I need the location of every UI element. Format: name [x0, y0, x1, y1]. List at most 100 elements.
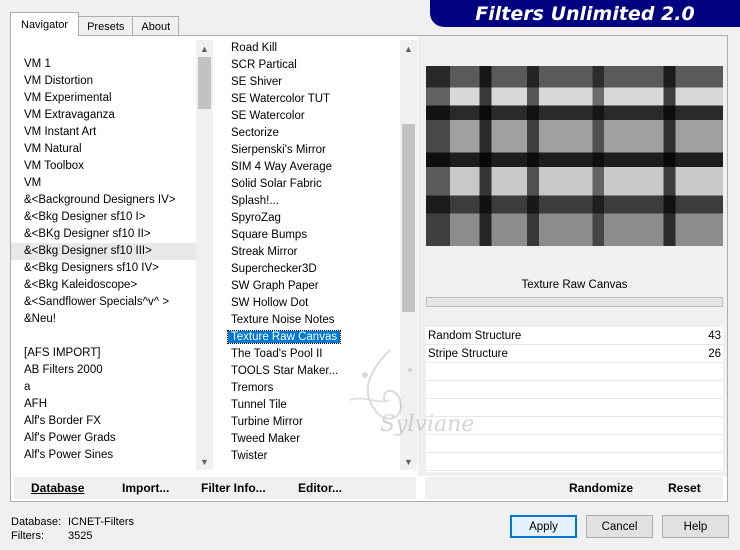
tab-about[interactable]: About	[132, 16, 180, 36]
tab-presets[interactable]: Presets	[78, 16, 134, 36]
list-item-label: VM Toolbox	[24, 160, 84, 172]
list-item[interactable]: SCR Partical	[218, 57, 400, 74]
list-item[interactable]: VM Toolbox	[11, 158, 196, 175]
list-item[interactable]: &Neu!	[11, 311, 196, 328]
list-item-label: AFH	[24, 398, 47, 410]
list-item-label: Texture Raw Canvas	[226, 330, 342, 344]
category-scrollbar[interactable]: ▲ ▼	[196, 40, 213, 470]
list-item[interactable]: SE Watercolor TUT	[218, 91, 400, 108]
list-item-label: Square Bumps	[231, 229, 308, 241]
param-name: Stripe Structure	[428, 347, 508, 360]
list-item[interactable]: Tweed Maker	[218, 431, 400, 448]
list-item-label: Splash!...	[231, 195, 279, 207]
list-item-label: Sectorize	[231, 127, 279, 139]
param-row[interactable]: Random Structure 43	[426, 327, 723, 345]
list-item[interactable]: &<Bkg Designers sf10 IV>	[11, 260, 196, 277]
filter-scroll-thumb[interactable]	[402, 124, 415, 312]
list-item[interactable]: AFH	[11, 396, 196, 413]
list-item[interactable]: Texture Noise Notes	[218, 312, 400, 329]
list-item[interactable]: Alf's Power Sines	[11, 447, 196, 464]
list-item-label: The Toad's Pool II	[231, 348, 323, 360]
tab-navigator[interactable]: Navigator	[10, 12, 80, 36]
list-item[interactable]: VM Distortion	[11, 73, 196, 90]
progress-bar	[426, 297, 723, 307]
list-item[interactable]: &<Sandflower Specials^v^ >	[11, 294, 196, 311]
filter-info-button[interactable]: Filter Info...	[201, 481, 266, 495]
list-item[interactable]: Twister	[218, 448, 400, 465]
list-item[interactable]: VM Natural	[11, 141, 196, 158]
list-item[interactable]: VM	[11, 175, 196, 192]
list-item[interactable]: The Toad's Pool II	[218, 346, 400, 363]
param-row[interactable]: Stripe Structure 26	[426, 345, 723, 363]
scroll-down-icon[interactable]: ▼	[400, 453, 417, 470]
list-item[interactable]: &<Bkg Kaleidoscope>	[11, 277, 196, 294]
list-item[interactable]: SIM 4 Way Average	[218, 159, 400, 176]
list-item-label: SE Shiver	[231, 76, 283, 88]
list-item-label: Alf's Border FX	[24, 415, 101, 427]
category-scroll-thumb[interactable]	[198, 57, 211, 109]
filter-scrollbar[interactable]: ▲ ▼	[400, 40, 417, 470]
list-item[interactable]: SW Graph Paper	[218, 278, 400, 295]
list-item[interactable]: AB Filters 2000	[11, 362, 196, 379]
list-item[interactable]: VM Extravaganza	[11, 107, 196, 124]
help-button[interactable]: Help	[662, 515, 729, 538]
list-item[interactable]: Sierpenski's Mirror	[218, 142, 400, 159]
list-item[interactable]: a	[11, 379, 196, 396]
list-item[interactable]: &<Bkg Designer sf10 I>	[11, 209, 196, 226]
import-button[interactable]: Import...	[122, 481, 169, 495]
list-item-label: Road Kill	[231, 42, 278, 54]
list-item[interactable]: Superchecker3D	[218, 261, 400, 278]
list-item-label: Texture Noise Notes	[231, 314, 335, 326]
parameter-list: Random Structure 43 Stripe Structure 26	[426, 327, 723, 472]
param-row-empty	[426, 363, 723, 381]
apply-button[interactable]: Apply	[510, 515, 577, 538]
list-item-label: Twister	[231, 450, 268, 462]
list-item[interactable]: Sectorize	[218, 125, 400, 142]
list-item[interactable]: SE Watercolor	[218, 108, 400, 125]
list-item[interactable]: SE Shiver	[218, 74, 400, 91]
list-item[interactable]: Square Bumps	[218, 227, 400, 244]
list-item[interactable]: Alf's Border FX	[11, 413, 196, 430]
list-item[interactable]: Tremors	[218, 380, 400, 397]
preview-image	[426, 66, 723, 246]
list-item-label: SW Graph Paper	[231, 280, 319, 292]
list-item[interactable]: Tunnel Tile	[218, 397, 400, 414]
list-item[interactable]	[11, 328, 196, 345]
list-item[interactable]: Road Kill	[218, 40, 400, 57]
list-item-label: SW Hollow Dot	[231, 297, 309, 309]
list-item-label: TOOLS Star Maker...	[231, 365, 339, 377]
cancel-button[interactable]: Cancel	[586, 515, 653, 538]
reset-button[interactable]: Reset	[668, 481, 701, 495]
list-item[interactable]: Splash!...	[218, 193, 400, 210]
list-item[interactable]: Texture Raw Canvas	[218, 329, 400, 346]
list-item[interactable]: Turbine Mirror	[218, 414, 400, 431]
list-item[interactable]: VM Instant Art	[11, 124, 196, 141]
scroll-up-icon[interactable]: ▲	[400, 40, 417, 57]
list-item[interactable]: VM 1	[11, 56, 196, 73]
category-list[interactable]: VM 1 VM Distortion VM Experimental VM Extra…	[11, 56, 196, 470]
list-item-label: SE Watercolor	[231, 110, 305, 122]
list-item[interactable]: &<BKg Designer sf10 II>	[11, 226, 196, 243]
list-item-label: VM Distortion	[24, 75, 94, 87]
list-item[interactable]: VM Experimental	[11, 90, 196, 107]
list-item-label: VM Extravaganza	[24, 109, 115, 121]
scroll-down-icon[interactable]: ▼	[196, 453, 213, 470]
list-item[interactable]: SW Hollow Dot	[218, 295, 400, 312]
list-item[interactable]: &<Background Designers IV>	[11, 192, 196, 209]
list-item[interactable]: Solid Solar Fabric	[218, 176, 400, 193]
param-row-empty	[426, 417, 723, 435]
list-item-label: &<Bkg Kaleidoscope>	[24, 279, 138, 291]
list-item[interactable]: TOOLS Star Maker...	[218, 363, 400, 380]
list-item-label: AB Filters 2000	[24, 364, 103, 376]
editor-button[interactable]: Editor...	[298, 481, 342, 495]
database-button[interactable]: Database	[31, 481, 84, 495]
list-item[interactable]: SpyroZag	[218, 210, 400, 227]
randomize-button[interactable]: Randomize	[569, 481, 633, 495]
list-item[interactable]: &<Bkg Designer sf10 III>	[11, 243, 196, 260]
filters-count-value: 3525	[68, 530, 93, 542]
scroll-up-icon[interactable]: ▲	[196, 40, 213, 57]
list-item[interactable]: Alf's Power Grads	[11, 430, 196, 447]
filter-list[interactable]: Road Kill SCR Partical SE Shiver SE Waterco…	[218, 40, 400, 470]
list-item[interactable]: Streak Mirror	[218, 244, 400, 261]
list-item[interactable]: [AFS IMPORT]	[11, 345, 196, 362]
